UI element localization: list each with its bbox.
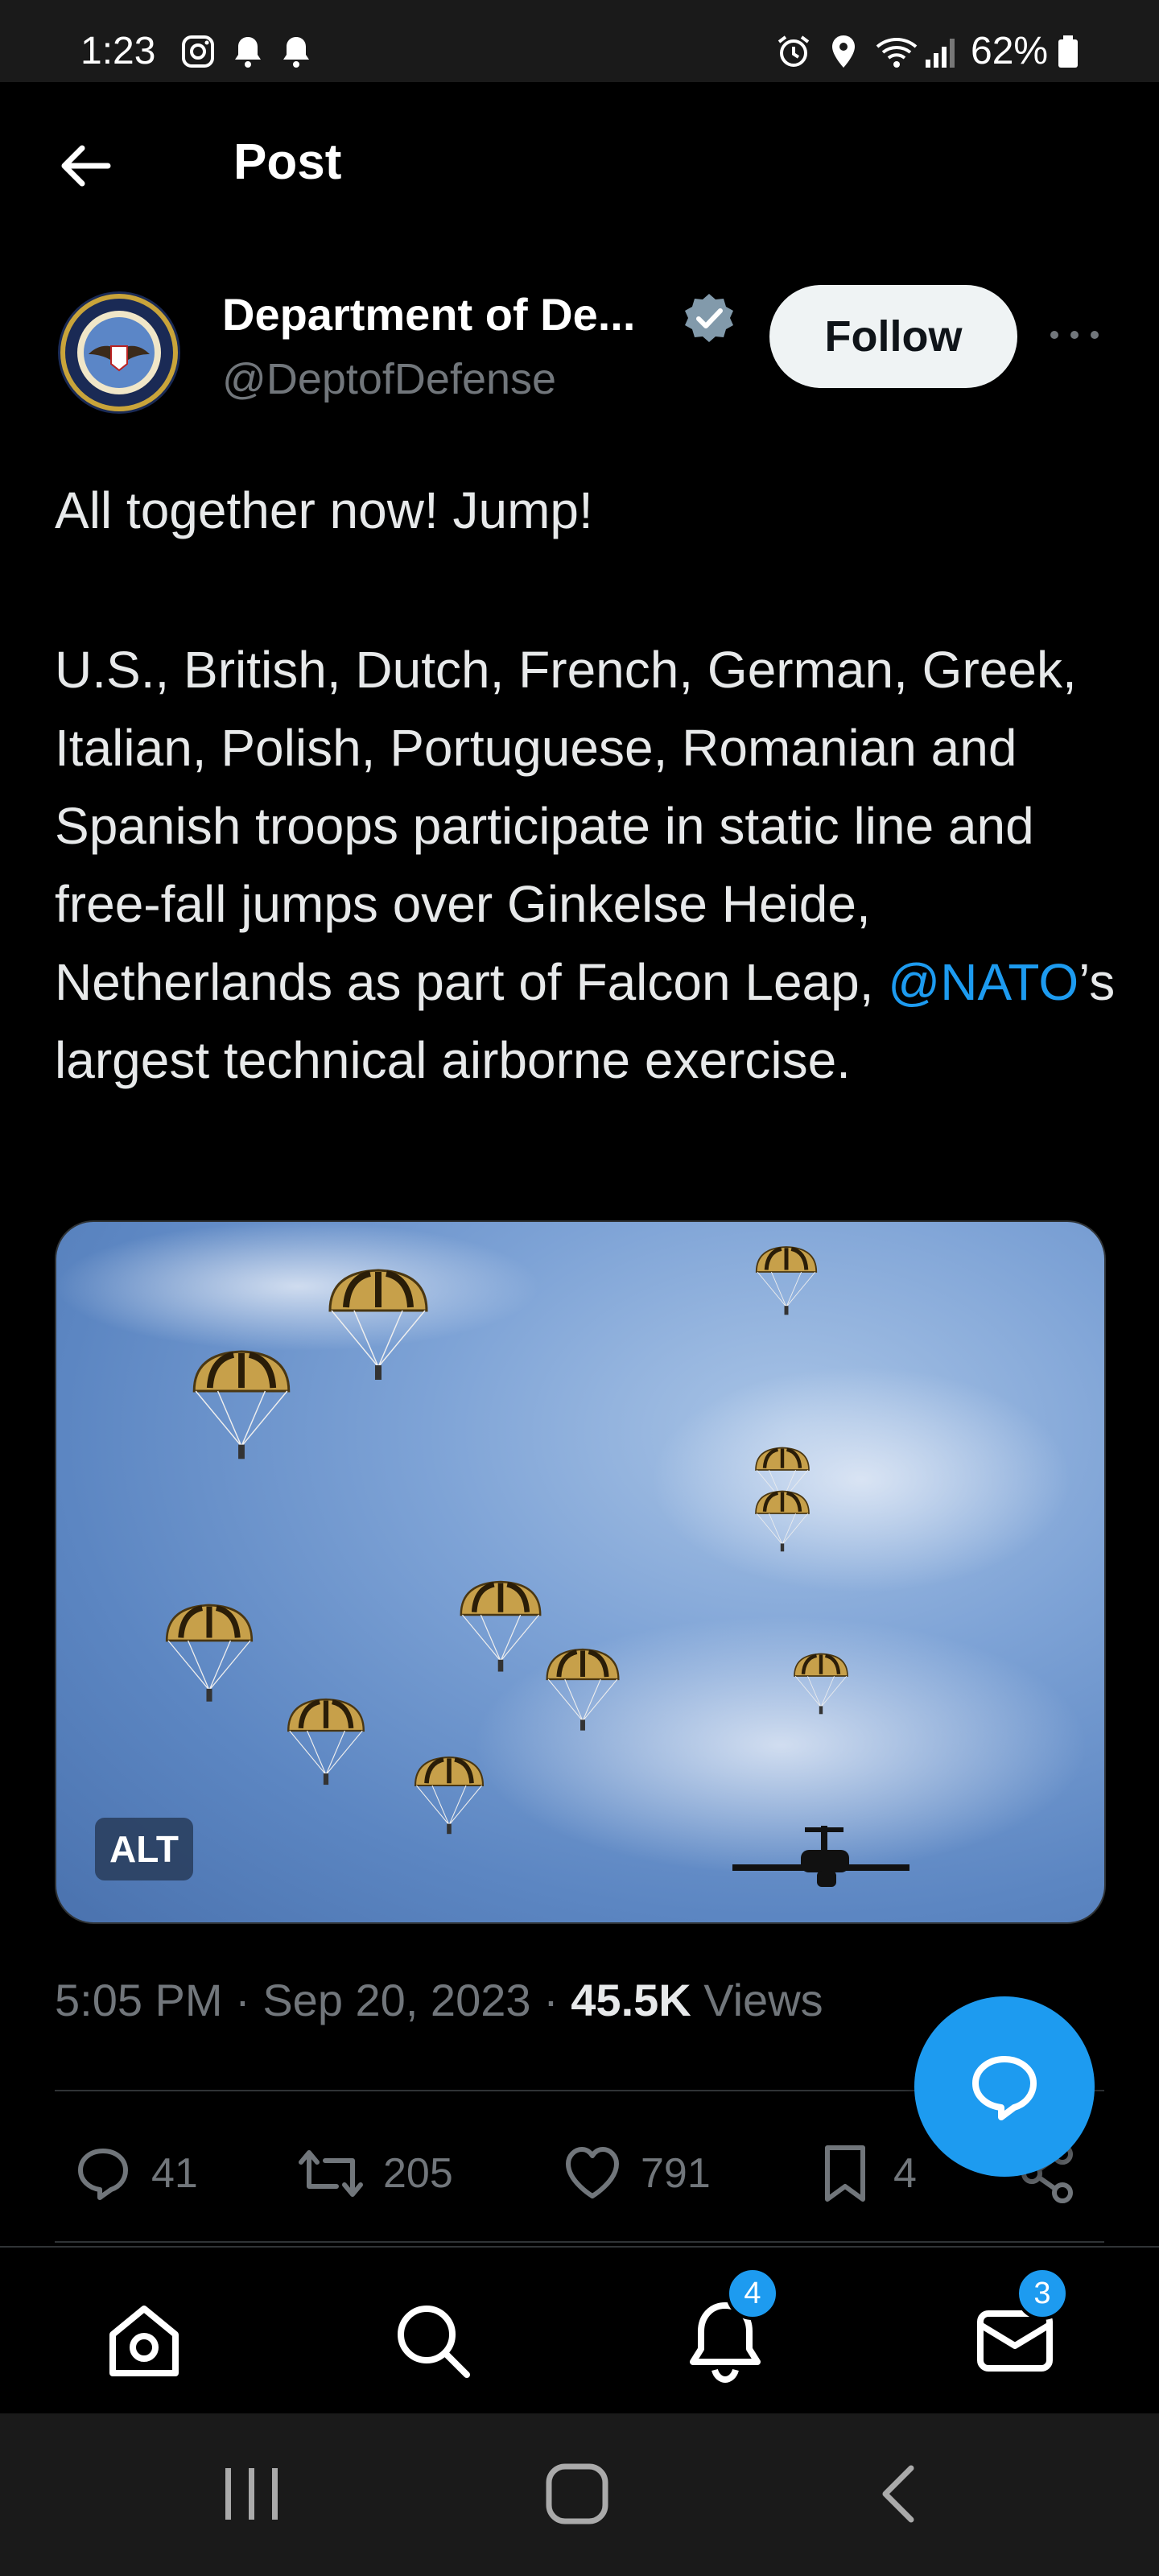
follow-button[interactable]: Follow <box>769 285 1017 388</box>
divider <box>55 2241 1104 2243</box>
reply-fab-button[interactable] <box>914 1996 1095 2177</box>
post-meta: 5:05 PM · Sep 20, 2023 · 45.5K Views <box>55 1974 823 2026</box>
meta-separator: · <box>222 1975 263 2025</box>
repost-count: 205 <box>383 2150 453 2197</box>
verified-badge-icon <box>685 294 733 342</box>
search-icon[interactable] <box>388 2296 476 2384</box>
meta-separator: · <box>530 1975 571 2025</box>
back-system-icon[interactable] <box>869 2462 934 2526</box>
post-date: Sep 20, 2023 <box>262 1975 531 2025</box>
post-text-line1: All together now! Jump! <box>55 481 593 539</box>
status-bar: 1:23 62% <box>0 0 1159 82</box>
status-time: 1:23 <box>80 30 156 72</box>
home-icon[interactable] <box>100 2296 188 2384</box>
post-image[interactable]: ALT <box>55 1220 1106 1924</box>
bookmark-icon <box>825 2145 865 2202</box>
signal-icon <box>926 39 955 68</box>
reply-icon <box>78 2149 128 2200</box>
notifications-badge: 4 <box>726 2267 779 2320</box>
system-navigation-bar <box>0 2413 1159 2576</box>
like-button[interactable]: 791 <box>560 2141 711 2206</box>
repost-button[interactable]: 205 <box>295 2141 453 2206</box>
reply-count: 41 <box>151 2150 198 2197</box>
avatar[interactable] <box>56 290 182 415</box>
instagram-icon <box>182 35 214 68</box>
author-handle: @DeptofDefense <box>222 355 557 403</box>
more-icon[interactable] <box>1046 325 1103 345</box>
post-text-body: U.S., British, Dutch, French, German, Gr… <box>55 631 1117 1100</box>
messages-badge: 3 <box>1016 2267 1069 2320</box>
location-icon <box>832 35 855 68</box>
repost-icon <box>299 2150 363 2197</box>
reply-button[interactable]: 41 <box>71 2141 198 2206</box>
compose-reply-icon <box>972 2056 1037 2120</box>
battery-icon <box>1058 35 1078 68</box>
mention-link[interactable]: @NATO <box>888 953 1079 1011</box>
bell-icon <box>283 37 309 68</box>
bottom-nav: 4 3 <box>0 2246 1159 2413</box>
like-count: 791 <box>641 2150 711 2197</box>
bell-icon <box>235 37 261 68</box>
recent-apps-icon[interactable] <box>216 2462 288 2526</box>
heart-icon <box>566 2147 619 2198</box>
battery-percent: 62% <box>971 30 1049 72</box>
bookmark-count: 4 <box>893 2150 917 2197</box>
home-system-icon[interactable] <box>541 2462 613 2526</box>
alt-badge[interactable]: ALT <box>95 1818 193 1880</box>
post-time: 5:05 PM <box>55 1975 223 2025</box>
bookmark-button[interactable]: 4 <box>813 2141 917 2206</box>
views-label: Views <box>691 1975 823 2025</box>
parachutes-image <box>56 1222 1087 1887</box>
alarm-icon <box>777 35 810 67</box>
page-title: Post <box>233 134 342 190</box>
author-name[interactable]: Department of De... <box>222 288 635 341</box>
wifi-icon <box>876 38 918 68</box>
views-count[interactable]: 45.5K <box>571 1975 691 2025</box>
arrow-left-icon[interactable] <box>56 142 113 190</box>
